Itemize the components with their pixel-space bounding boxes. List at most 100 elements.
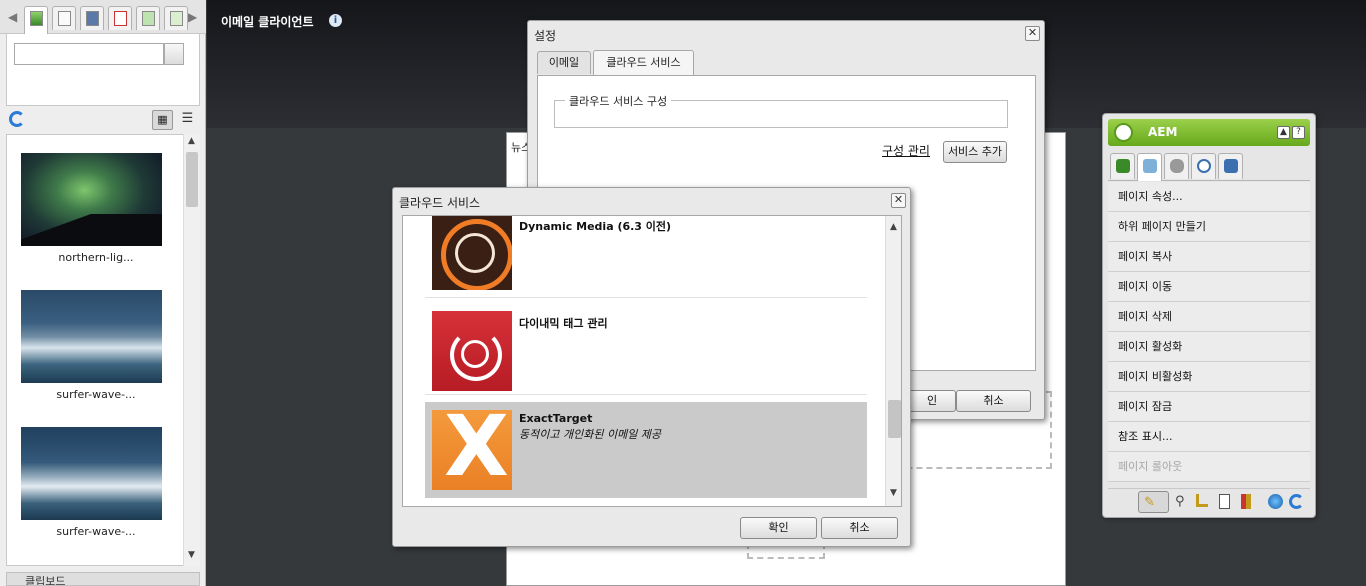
cancel-button[interactable]: 취소	[821, 517, 898, 539]
service-name: Dynamic Media (6.3 이전)	[519, 220, 672, 233]
asset-thumbnail[interactable]	[21, 290, 162, 383]
components-icon	[1116, 159, 1130, 173]
page-title: 이메일 클라이언트	[221, 15, 314, 29]
search-icon[interactable]	[164, 43, 184, 65]
sidekick-title: AEM	[1148, 125, 1178, 139]
clock-icon	[1197, 159, 1211, 173]
tab-versioning[interactable]	[1164, 153, 1189, 179]
dynamic-tag-management-icon	[432, 311, 512, 391]
image-icon	[30, 11, 43, 26]
asset-label: surfer-wave-...	[56, 388, 136, 401]
page-icon	[142, 11, 155, 26]
delete-page-item[interactable]: 페이지 삭제	[1108, 302, 1310, 332]
dialog-title: 클라우드 서비스	[399, 196, 481, 210]
design-mode-icon[interactable]	[1196, 494, 1208, 507]
copy-page-item[interactable]: 페이지 복사	[1108, 242, 1310, 272]
service-description: 동적이고 개인화된 이메일 제공	[519, 428, 662, 441]
asset-thumbnail[interactable]	[21, 427, 162, 520]
manage-configurations-link[interactable]: 구성 관리	[882, 142, 930, 159]
lock-page-item[interactable]: 페이지 잠금	[1108, 392, 1310, 422]
show-references-item[interactable]: 참조 표시...	[1108, 422, 1310, 452]
film-icon	[86, 11, 99, 26]
s7-icon	[114, 11, 127, 26]
scroll-down-icon[interactable]: ▼	[890, 488, 897, 498]
tab-scroll-right-icon[interactable]: ▶	[188, 10, 197, 24]
tab-documents[interactable]	[52, 6, 76, 30]
tab-scroll-left-icon[interactable]: ◀	[8, 10, 17, 24]
deactivate-page-item[interactable]: 페이지 비활성화	[1108, 362, 1310, 392]
asset-label: northern-lig...	[58, 251, 134, 264]
sitemap-icon	[1224, 159, 1238, 173]
edit-mode-button[interactable]: ✎	[1138, 491, 1169, 513]
exacttarget-icon: X	[432, 410, 512, 490]
globe-icon[interactable]	[1268, 494, 1283, 509]
close-icon[interactable]: ✕	[1025, 26, 1040, 41]
clipboard-label: 클립보드	[25, 575, 66, 586]
tab-pages[interactable]	[136, 6, 160, 30]
list-item[interactable]: Dynamic Media (6.3 이전)	[425, 216, 867, 298]
pencil-icon: ✎	[1144, 495, 1155, 510]
grid-view-icon[interactable]: ▦	[152, 110, 173, 130]
ok-button[interactable]: 인	[908, 390, 956, 412]
fieldset-legend: 클라우드 서비스 구성	[565, 93, 672, 109]
dialog-title: 설정	[534, 29, 557, 43]
tab-images[interactable]	[24, 6, 48, 34]
create-child-page-item[interactable]: 하위 페이지 만들기	[1108, 212, 1310, 242]
tab-s7[interactable]	[108, 6, 132, 30]
tab-workflow[interactable]	[1191, 153, 1216, 179]
cloud-services-dialog: 클라우드 서비스 ✕ Dynamic Media (6.3 이전) 다이내믹 태…	[392, 187, 911, 547]
tab-email[interactable]: 이메일	[537, 51, 591, 74]
dynamic-media-icon	[432, 216, 512, 290]
sidekick-panel: AEM ▲ ? 페이지 속성... 하위 페이지 만들기 페이지 복사 페이지 …	[1102, 113, 1316, 518]
scroll-up-icon[interactable]: ▲	[188, 136, 195, 146]
refresh-icon[interactable]	[1289, 494, 1304, 509]
add-service-button[interactable]: 서비스 추가	[943, 141, 1007, 163]
asset-label: surfer-wave-...	[56, 525, 136, 538]
scrollbar-thumb[interactable]	[888, 400, 901, 438]
sidekick-tab-bar	[1108, 151, 1310, 181]
list-view-icon[interactable]: ☰	[177, 110, 198, 130]
sidekick-toolbar: ✎ ⚲	[1108, 488, 1310, 514]
cloud-config-fieldset: 클라우드 서비스 구성	[554, 93, 1008, 128]
scaffolding-icon[interactable]	[1219, 494, 1230, 509]
tab-components[interactable]	[1110, 153, 1135, 179]
scrollbar-thumb[interactable]	[186, 152, 198, 207]
scroll-up-icon[interactable]: ▲	[890, 222, 897, 232]
tab-cloud-services[interactable]: 클라우드 서비스	[593, 50, 694, 75]
help-icon[interactable]: ?	[1292, 126, 1305, 139]
tab-page[interactable]	[1137, 153, 1162, 181]
asset-list: northern-lig... surfer-wave-... surfer-w…	[6, 134, 200, 566]
activate-page-item[interactable]: 페이지 활성화	[1108, 332, 1310, 362]
clipboard-panel[interactable]: 클립보드	[6, 572, 200, 586]
lock-icon	[1170, 159, 1184, 173]
asset-scrollbar[interactable]: ▲ ▼	[183, 134, 200, 566]
close-icon[interactable]: ✕	[891, 193, 906, 208]
collapse-icon[interactable]: ▲	[1277, 126, 1290, 139]
tab-movies[interactable]	[80, 6, 104, 30]
paragraph-icon	[170, 11, 183, 26]
client-context-icon[interactable]	[1241, 494, 1251, 509]
sidekick-menu: 페이지 속성... 하위 페이지 만들기 페이지 복사 페이지 이동 페이지 삭…	[1108, 182, 1310, 482]
search-panel	[6, 34, 200, 106]
asset-thumbnail[interactable]	[21, 153, 162, 246]
sidekick-header[interactable]: AEM ▲ ?	[1108, 119, 1310, 146]
move-page-item[interactable]: 페이지 이동	[1108, 272, 1310, 302]
list-item[interactable]: 다이내믹 태그 관리	[425, 299, 867, 395]
page-properties-item[interactable]: 페이지 속성...	[1108, 182, 1310, 212]
cancel-button[interactable]: 취소	[956, 390, 1031, 412]
content-finder: ◀ ▶ ▦ ☰ northern-lig... surfer-wave-... …	[0, 0, 206, 586]
tab-paragraphs[interactable]	[164, 6, 188, 30]
info-icon[interactable]: i	[329, 14, 342, 27]
tab-information[interactable]	[1218, 153, 1243, 179]
service-scrollbar[interactable]: ▲ ▼	[885, 216, 901, 506]
list-item[interactable]: X ExactTarget 동적이고 개인화된 이메일 제공	[425, 402, 867, 498]
page-icon	[1143, 159, 1157, 173]
service-list: Dynamic Media (6.3 이전) 다이내믹 태그 관리 X Exac…	[402, 215, 902, 507]
ok-button[interactable]: 확인	[740, 517, 817, 539]
refresh-icon[interactable]	[9, 111, 25, 127]
search-input[interactable]	[14, 43, 164, 65]
preview-icon[interactable]: ⚲	[1175, 494, 1190, 509]
scroll-down-icon[interactable]: ▼	[188, 550, 195, 560]
aem-logo-icon	[1114, 123, 1133, 142]
service-name: ExactTarget	[519, 412, 593, 425]
